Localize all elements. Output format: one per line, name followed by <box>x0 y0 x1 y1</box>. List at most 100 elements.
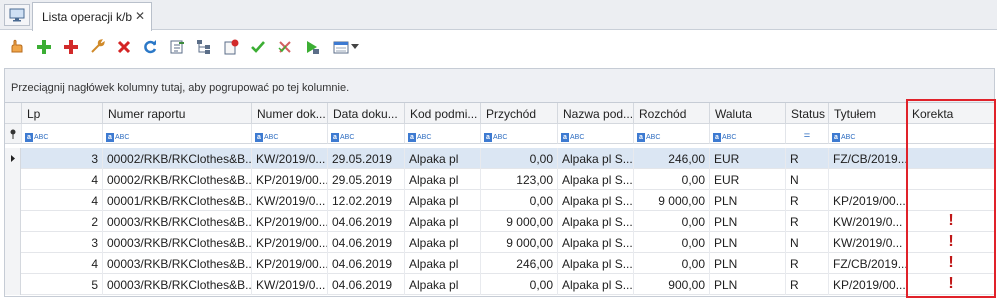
cell-lp: 3 <box>22 232 103 253</box>
column-header-numer-raportu[interactable]: Numer raportu <box>103 103 252 124</box>
column-header-przychod[interactable]: Przychód <box>481 103 558 124</box>
cell-tytulem: KW/2019/0... <box>829 232 907 253</box>
group-by-hint: Przeciągnij nagłówek kolumny tutaj, aby … <box>11 82 350 94</box>
cell-numer-dokumentu: KW/2019/0... <box>252 148 328 169</box>
cell-korekta <box>907 148 994 169</box>
cell-data-dokumentu: 12.02.2019 <box>328 190 405 211</box>
desktop-tab[interactable] <box>4 4 30 26</box>
cell-numer-dokumentu: KP/2019/00... <box>252 232 328 253</box>
export-icon[interactable] <box>166 37 188 57</box>
cell-lp: 2 <box>22 211 103 232</box>
table-row[interactable]: 4 00002/RKB/RKClothes&B... KP/2019/00... 29… <box>5 169 994 190</box>
cell-przychod: 0,00 <box>481 274 558 295</box>
header-corner <box>5 103 22 124</box>
table-row[interactable]: 5 00003/RKB/RKClothes&B... KW/2019/0... 04.… <box>5 274 994 295</box>
cancel-approve-icon[interactable] <box>274 37 296 57</box>
text-filter-icon: a ABC <box>832 133 855 142</box>
row-indicator[interactable] <box>5 211 21 232</box>
refresh-icon[interactable] <box>139 37 161 57</box>
column-header-nazwa-podmiotu[interactable]: Nazwa pod... <box>558 103 634 124</box>
cell-kod-podmiotu: Alpaka pl <box>405 253 481 274</box>
add-icon[interactable] <box>33 37 55 57</box>
monitor-icon <box>9 8 25 22</box>
text-filter-icon: a ABC <box>713 133 736 142</box>
hierarchy-icon[interactable] <box>193 37 215 57</box>
filter-tytulem[interactable]: a ABC <box>829 124 907 144</box>
text-filter-icon: a ABC <box>106 133 129 142</box>
column-header-numer-dokumentu[interactable]: Numer dok... <box>252 103 328 124</box>
text-filter-icon: a ABC <box>561 133 584 142</box>
filter-przychod[interactable]: a ABC <box>481 124 558 144</box>
close-icon[interactable]: ✕ <box>135 9 145 23</box>
table-row[interactable]: 3 00003/RKB/RKClothes&B... KP/2019/00... 04… <box>5 232 994 253</box>
filter-waluta[interactable]: a ABC <box>710 124 786 144</box>
table-row[interactable]: 3 00002/RKB/RKClothes&B... KW/2019/0... 29.… <box>5 148 994 169</box>
row-indicator[interactable] <box>5 148 21 169</box>
play-icon[interactable] <box>301 37 323 57</box>
current-row-arrow-icon <box>11 155 15 162</box>
cell-korekta <box>907 190 994 211</box>
cell-waluta: PLN <box>710 211 786 232</box>
table-row[interactable]: 2 00003/RKB/RKClothes&B... KP/2019/00... 04… <box>5 211 994 232</box>
document-add-icon[interactable] <box>220 37 242 57</box>
cell-rozchod: 0,00 <box>634 253 710 274</box>
cell-numer-raportu: 00003/RKB/RKClothes&B... <box>103 253 252 274</box>
cell-numer-raportu: 00002/RKB/RKClothes&B... <box>103 148 252 169</box>
cell-nazwa-podmiotu: Alpaka pl S... <box>558 232 634 253</box>
hand-icon[interactable] <box>6 37 28 57</box>
column-header-korekta[interactable]: Korekta <box>907 103 994 124</box>
cell-waluta: PLN <box>710 190 786 211</box>
cell-nazwa-podmiotu: Alpaka pl S... <box>558 274 634 295</box>
text-filter-icon: a ABC <box>255 133 278 142</box>
cell-kod-podmiotu: Alpaka pl <box>405 274 481 295</box>
filter-status[interactable]: = <box>786 124 829 144</box>
cell-lp: 4 <box>22 253 103 274</box>
text-filter-icon: a ABC <box>637 133 660 142</box>
toolbar <box>0 31 997 63</box>
column-header-status[interactable]: Status <box>786 103 829 124</box>
table-row[interactable]: 4 00003/RKB/RKClothes&B... KP/2019/00... 04… <box>5 253 994 274</box>
approve-icon[interactable] <box>247 37 269 57</box>
group-by-panel[interactable]: Przeciągnij nagłówek kolumny tutaj, aby … <box>4 68 995 102</box>
filter-numer-raportu[interactable]: a ABC <box>103 124 252 144</box>
filter-kod-podmiotu[interactable]: a ABC <box>405 124 481 144</box>
cell-rozchod: 246,00 <box>634 148 710 169</box>
row-indicator[interactable] <box>5 190 21 211</box>
filter-nazwa-podmiotu[interactable]: a ABC <box>558 124 634 144</box>
column-header-lp[interactable]: Lp <box>22 103 103 124</box>
filter-rozchod[interactable]: a ABC <box>634 124 710 144</box>
cell-lp: 4 <box>22 169 103 190</box>
filter-lp[interactable]: a ABC <box>22 124 103 144</box>
row-indicator[interactable] <box>5 232 21 253</box>
cell-lp: 4 <box>22 190 103 211</box>
add-red-icon[interactable] <box>60 37 82 57</box>
cell-numer-dokumentu: KP/2019/00... <box>252 169 328 190</box>
cell-numer-raportu: 00003/RKB/RKClothes&B... <box>103 232 252 253</box>
table-row[interactable]: 4 00001/RKB/RKClothes&B... KW/2019/0... 12.… <box>5 190 994 211</box>
row-indicator[interactable] <box>5 274 21 295</box>
cell-kod-podmiotu: Alpaka pl <box>405 211 481 232</box>
view-options-dropdown[interactable] <box>329 37 363 57</box>
column-header-tytulem[interactable]: Tytułem <box>829 103 907 124</box>
delete-icon[interactable] <box>113 37 135 57</box>
row-indicator[interactable] <box>5 169 21 190</box>
equals-filter-icon: = <box>803 130 811 142</box>
column-header-kod-podmiotu[interactable]: Kod podmi... <box>405 103 481 124</box>
correction-warning-icon: ! <box>907 274 994 295</box>
operations-grid: Lp Numer raportu Numer dok... Data doku.… <box>4 102 995 297</box>
cell-waluta: EUR <box>710 148 786 169</box>
wrench-icon[interactable] <box>86 37 108 57</box>
column-header-waluta[interactable]: Waluta <box>710 103 786 124</box>
filter-data-dokumentu[interactable]: a ABC <box>328 124 405 144</box>
filter-korekta[interactable] <box>907 124 994 144</box>
cell-data-dokumentu: 04.06.2019 <box>328 274 405 295</box>
filter-numer-dokumentu[interactable]: a ABC <box>252 124 328 144</box>
cell-data-dokumentu: 29.05.2019 <box>328 169 405 190</box>
cell-rozchod: 900,00 <box>634 274 710 295</box>
cell-przychod: 0,00 <box>481 190 558 211</box>
tab-lista-operacji[interactable]: Lista operacji k/b ✕ <box>32 2 152 31</box>
column-header-rozchod[interactable]: Rozchód <box>634 103 710 124</box>
row-indicator[interactable] <box>5 253 21 274</box>
cell-kod-podmiotu: Alpaka pl <box>405 190 481 211</box>
column-header-data-dokumentu[interactable]: Data doku... <box>328 103 405 124</box>
